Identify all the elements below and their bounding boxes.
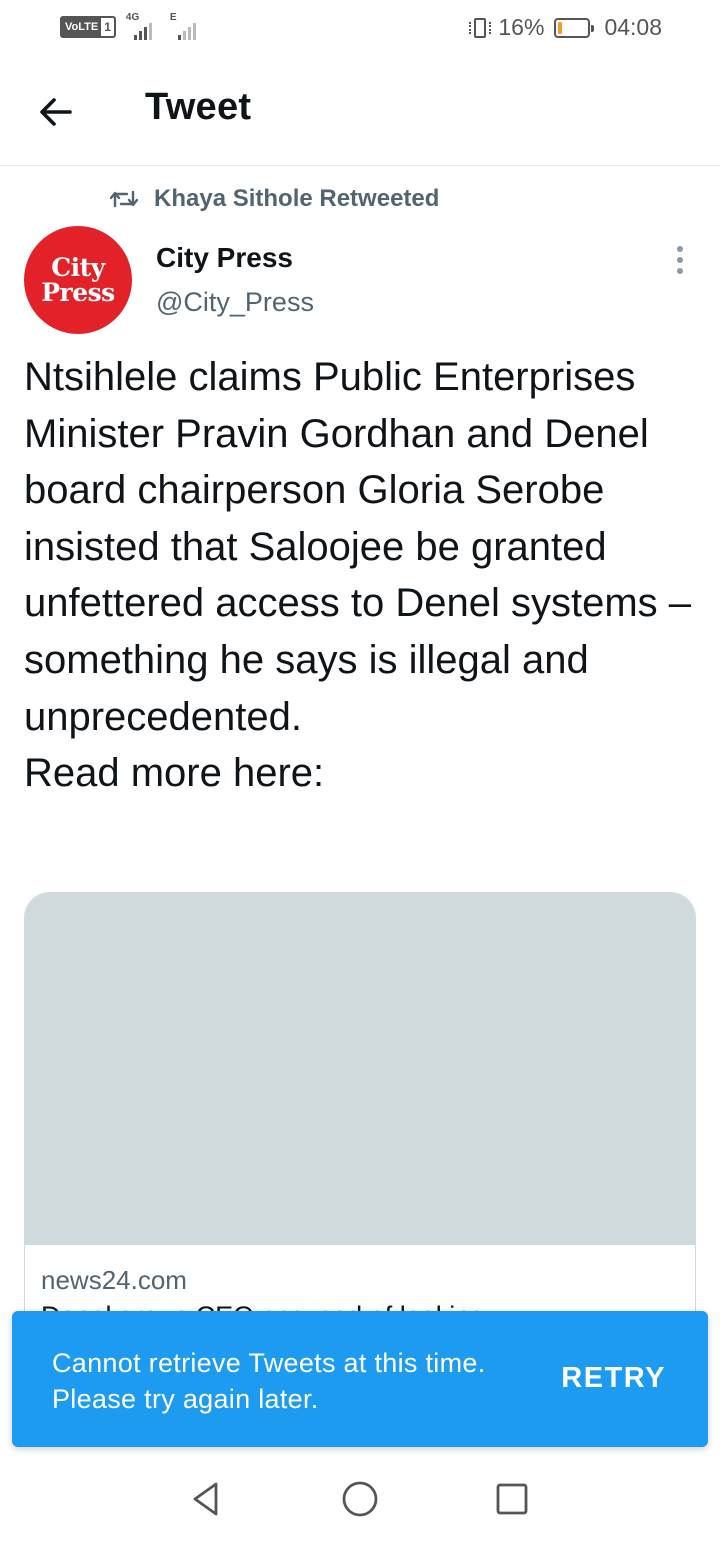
retry-button[interactable]: RETRY — [547, 1355, 680, 1401]
clock: 04:08 — [604, 14, 662, 40]
retweeted-by-label: Khaya Sithole Retweeted — [154, 185, 440, 212]
system-nav-bar — [0, 1459, 720, 1541]
home-circle-icon — [342, 1481, 378, 1517]
author-handle[interactable]: @City_Press — [156, 287, 314, 318]
signal-icon: E — [169, 12, 204, 40]
back-button[interactable] — [30, 86, 82, 138]
retweet-icon — [110, 190, 138, 208]
sim-slot: 1 — [104, 20, 111, 34]
link-card[interactable]: news24.com Denel group CEO accused of lo… — [24, 892, 696, 1352]
nav-recents-button[interactable] — [488, 1475, 536, 1523]
status-right: 16% 04:08 — [468, 14, 662, 41]
link-card-image — [25, 893, 695, 1245]
network-type-2: E — [169, 12, 177, 23]
retweet-context[interactable]: Khaya Sithole Retweeted — [110, 185, 439, 213]
avatar-text-line1: City — [51, 253, 105, 282]
avatar-text-line2: Press — [41, 278, 115, 307]
vibrate-icon — [468, 16, 492, 40]
error-snackbar: Cannot retrieve Tweets at this time. Ple… — [12, 1311, 708, 1447]
avatar[interactable]: City Press — [24, 226, 132, 334]
author-name[interactable]: City Press — [156, 242, 293, 274]
link-card-domain: news24.com — [41, 1265, 187, 1295]
network-type-1: 4G — [125, 12, 140, 23]
status-bar: VoLTE 1 4G E 16% 04:08 — [0, 0, 720, 56]
battery-percent: 16% — [498, 14, 545, 40]
page-title: Tweet — [145, 86, 252, 128]
volte-label: VoLTE — [62, 18, 102, 36]
nav-back-button[interactable] — [182, 1475, 230, 1523]
more-options-button[interactable] — [664, 240, 696, 280]
signal-icon: 4G — [125, 12, 160, 40]
arrow-left-icon — [40, 98, 72, 126]
app-header: Tweet — [0, 56, 720, 166]
nav-home-button[interactable] — [336, 1475, 384, 1523]
more-vertical-icon — [677, 246, 683, 252]
back-triangle-icon — [193, 1482, 218, 1516]
battery-icon — [554, 17, 595, 38]
volte-badge: VoLTE 1 — [60, 16, 116, 38]
snackbar-message: Cannot retrieve Tweets at this time. Ple… — [52, 1348, 486, 1414]
status-left: VoLTE 1 4G E — [60, 12, 204, 40]
tweet-text: Ntsihlele claims Public Enterprises Mini… — [24, 355, 691, 796]
recents-square-icon — [496, 1483, 528, 1515]
screen: VoLTE 1 4G E 16% 04:08 Tweet Khaya Sitho… — [0, 0, 720, 1541]
